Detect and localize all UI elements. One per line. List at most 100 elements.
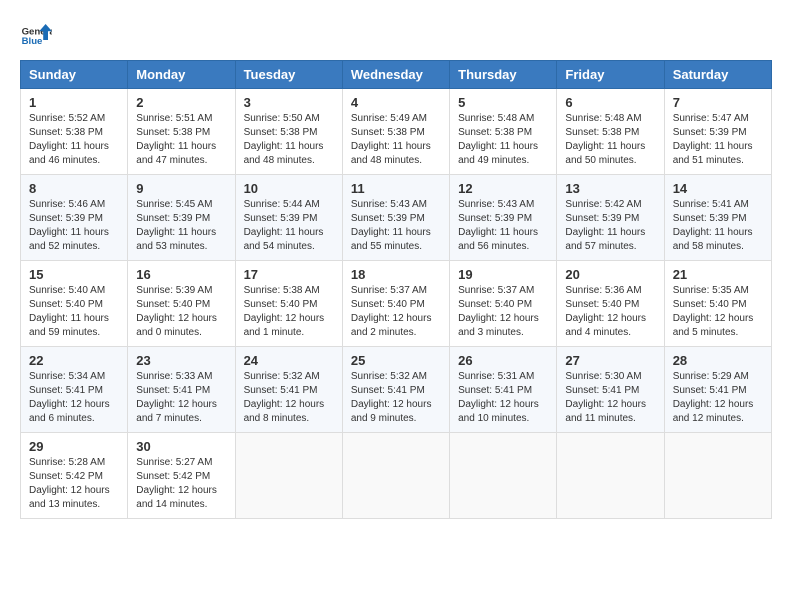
day-info: Sunrise: 5:35 AMSunset: 5:40 PMDaylight:… (673, 284, 763, 340)
day-info: Sunrise: 5:36 AMSunset: 5:40 PMDaylight:… (565, 284, 655, 340)
calendar-cell (235, 433, 342, 519)
column-header-saturday: Saturday (664, 61, 771, 89)
day-info: Sunrise: 5:47 AMSunset: 5:39 PMDaylight:… (673, 112, 763, 168)
column-header-tuesday: Tuesday (235, 61, 342, 89)
day-info: Sunrise: 5:33 AMSunset: 5:41 PMDaylight:… (136, 370, 226, 426)
calendar-table: SundayMondayTuesdayWednesdayThursdayFrid… (20, 60, 772, 519)
calendar-cell: 5 Sunrise: 5:48 AMSunset: 5:38 PMDaylight… (450, 89, 557, 175)
calendar-cell: 8 Sunrise: 5:46 AMSunset: 5:39 PMDaylight… (21, 175, 128, 261)
day-info: Sunrise: 5:32 AMSunset: 5:41 PMDaylight:… (244, 370, 334, 426)
day-info: Sunrise: 5:28 AMSunset: 5:42 PMDaylight:… (29, 456, 119, 512)
day-number: 12 (458, 181, 548, 196)
calendar-cell: 22 Sunrise: 5:34 AMSunset: 5:41 PMDayligh… (21, 347, 128, 433)
calendar-cell: 4 Sunrise: 5:49 AMSunset: 5:38 PMDaylight… (342, 89, 449, 175)
calendar-cell: 1 Sunrise: 5:52 AMSunset: 5:38 PMDaylight… (21, 89, 128, 175)
calendar-cell: 13 Sunrise: 5:42 AMSunset: 5:39 PMDayligh… (557, 175, 664, 261)
day-number: 9 (136, 181, 226, 196)
day-info: Sunrise: 5:43 AMSunset: 5:39 PMDaylight:… (351, 198, 441, 254)
day-number: 11 (351, 181, 441, 196)
logo-icon: General Blue (20, 20, 52, 52)
column-header-sunday: Sunday (21, 61, 128, 89)
day-number: 4 (351, 95, 441, 110)
day-info: Sunrise: 5:30 AMSunset: 5:41 PMDaylight:… (565, 370, 655, 426)
calendar-cell: 28Sunrise: 5:29 AMSunset: 5:41 PMDayligh… (664, 347, 771, 433)
day-number: 8 (29, 181, 119, 196)
column-header-friday: Friday (557, 61, 664, 89)
calendar-cell: 6 Sunrise: 5:48 AMSunset: 5:38 PMDaylight… (557, 89, 664, 175)
day-number: 24 (244, 353, 334, 368)
calendar-cell: 21 Sunrise: 5:35 AMSunset: 5:40 PMDayligh… (664, 261, 771, 347)
day-info: Sunrise: 5:45 AMSunset: 5:39 PMDaylight:… (136, 198, 226, 254)
day-number: 2 (136, 95, 226, 110)
day-info: Sunrise: 5:31 AMSunset: 5:41 PMDaylight:… (458, 370, 548, 426)
day-number: 7 (673, 95, 763, 110)
calendar-cell: 12 Sunrise: 5:43 AMSunset: 5:39 PMDayligh… (450, 175, 557, 261)
day-number: 18 (351, 267, 441, 282)
calendar-cell (557, 433, 664, 519)
day-number: 25 (351, 353, 441, 368)
day-number: 14 (673, 181, 763, 196)
day-number: 3 (244, 95, 334, 110)
calendar-cell: 23 Sunrise: 5:33 AMSunset: 5:41 PMDayligh… (128, 347, 235, 433)
calendar-cell: 11 Sunrise: 5:43 AMSunset: 5:39 PMDayligh… (342, 175, 449, 261)
day-number: 22 (29, 353, 119, 368)
column-header-thursday: Thursday (450, 61, 557, 89)
day-info: Sunrise: 5:42 AMSunset: 5:39 PMDaylight:… (565, 198, 655, 254)
day-number: 1 (29, 95, 119, 110)
calendar-cell: 26 Sunrise: 5:31 AMSunset: 5:41 PMDayligh… (450, 347, 557, 433)
calendar-cell: 3Sunrise: 5:50 AMSunset: 5:38 PMDaylight… (235, 89, 342, 175)
day-number: 13 (565, 181, 655, 196)
day-number: 29 (29, 439, 119, 454)
day-number: 20 (565, 267, 655, 282)
day-info: Sunrise: 5:48 AMSunset: 5:38 PMDaylight:… (565, 112, 655, 168)
calendar-cell: 16 Sunrise: 5:39 AMSunset: 5:40 PMDayligh… (128, 261, 235, 347)
calendar-cell: 17 Sunrise: 5:38 AMSunset: 5:40 PMDayligh… (235, 261, 342, 347)
day-info: Sunrise: 5:37 AMSunset: 5:40 PMDaylight:… (351, 284, 441, 340)
calendar-cell: 27 Sunrise: 5:30 AMSunset: 5:41 PMDayligh… (557, 347, 664, 433)
day-info: Sunrise: 5:49 AMSunset: 5:38 PMDaylight:… (351, 112, 441, 168)
day-info: Sunrise: 5:34 AMSunset: 5:41 PMDaylight:… (29, 370, 119, 426)
day-number: 5 (458, 95, 548, 110)
logo: General Blue (20, 20, 52, 52)
day-number: 27 (565, 353, 655, 368)
calendar-cell: 15 Sunrise: 5:40 AMSunset: 5:40 PMDayligh… (21, 261, 128, 347)
calendar-cell: 10 Sunrise: 5:44 AMSunset: 5:39 PMDayligh… (235, 175, 342, 261)
day-number: 16 (136, 267, 226, 282)
day-info: Sunrise: 5:38 AMSunset: 5:40 PMDaylight:… (244, 284, 334, 340)
day-info: Sunrise: 5:40 AMSunset: 5:40 PMDaylight:… (29, 284, 119, 340)
day-info: Sunrise: 5:46 AMSunset: 5:39 PMDaylight:… (29, 198, 119, 254)
day-info: Sunrise: 5:52 AMSunset: 5:38 PMDaylight:… (29, 112, 119, 168)
calendar-cell: 30Sunrise: 5:27 AMSunset: 5:42 PMDayligh… (128, 433, 235, 519)
column-header-wednesday: Wednesday (342, 61, 449, 89)
calendar-cell: 29 Sunrise: 5:28 AMSunset: 5:42 PMDayligh… (21, 433, 128, 519)
day-number: 19 (458, 267, 548, 282)
day-number: 10 (244, 181, 334, 196)
calendar-cell: 2 Sunrise: 5:51 AMSunset: 5:38 PMDaylight… (128, 89, 235, 175)
svg-text:Blue: Blue (22, 36, 43, 47)
day-info: Sunrise: 5:41 AMSunset: 5:39 PMDaylight:… (673, 198, 763, 254)
day-number: 28 (673, 353, 763, 368)
calendar-cell: 14 Sunrise: 5:41 AMSunset: 5:39 PMDayligh… (664, 175, 771, 261)
calendar-cell: 25 Sunrise: 5:32 AMSunset: 5:41 PMDayligh… (342, 347, 449, 433)
day-number: 21 (673, 267, 763, 282)
day-info: Sunrise: 5:43 AMSunset: 5:39 PMDaylight:… (458, 198, 548, 254)
day-info: Sunrise: 5:39 AMSunset: 5:40 PMDaylight:… (136, 284, 226, 340)
day-info: Sunrise: 5:44 AMSunset: 5:39 PMDaylight:… (244, 198, 334, 254)
day-info: Sunrise: 5:48 AMSunset: 5:38 PMDaylight:… (458, 112, 548, 168)
day-number: 6 (565, 95, 655, 110)
calendar-cell: 20 Sunrise: 5:36 AMSunset: 5:40 PMDayligh… (557, 261, 664, 347)
day-number: 17 (244, 267, 334, 282)
day-info: Sunrise: 5:51 AMSunset: 5:38 PMDaylight:… (136, 112, 226, 168)
calendar-cell (450, 433, 557, 519)
day-info: Sunrise: 5:32 AMSunset: 5:41 PMDaylight:… (351, 370, 441, 426)
calendar-cell: 9 Sunrise: 5:45 AMSunset: 5:39 PMDaylight… (128, 175, 235, 261)
calendar-cell: 19 Sunrise: 5:37 AMSunset: 5:40 PMDayligh… (450, 261, 557, 347)
calendar-cell (342, 433, 449, 519)
day-info: Sunrise: 5:27 AMSunset: 5:42 PMDaylight:… (136, 456, 226, 512)
day-info: Sunrise: 5:37 AMSunset: 5:40 PMDaylight:… (458, 284, 548, 340)
day-number: 26 (458, 353, 548, 368)
calendar-cell (664, 433, 771, 519)
day-number: 15 (29, 267, 119, 282)
calendar-cell: 24 Sunrise: 5:32 AMSunset: 5:41 PMDayligh… (235, 347, 342, 433)
day-number: 23 (136, 353, 226, 368)
